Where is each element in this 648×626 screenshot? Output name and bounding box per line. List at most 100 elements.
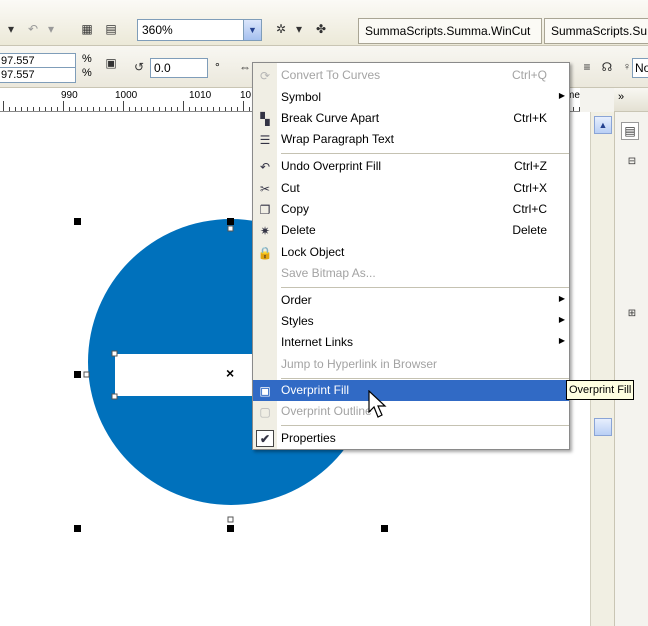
- ruler-tick: [165, 107, 166, 111]
- standard-toolbar: ▾ ↶ ▾ ▦ ▤ 360% ▼ ✲ ▾ ✤ SummaScripts.Summ…: [0, 0, 648, 46]
- ruler-tick: [573, 107, 574, 111]
- zoom-select[interactable]: 360% ▼: [137, 19, 262, 41]
- export-icon[interactable]: ▤: [102, 20, 120, 38]
- menu-item-label: Copy: [281, 202, 310, 216]
- undo-icon: ↶: [259, 159, 271, 174]
- resize-node[interactable]: [83, 371, 90, 378]
- delete-icon: ✷: [259, 223, 271, 238]
- rotation-value: 0.0: [154, 61, 171, 75]
- docker-header[interactable]: »: [614, 88, 648, 112]
- tab-summa-su[interactable]: SummaScripts.Su: [544, 18, 648, 44]
- resize-node[interactable]: [111, 393, 118, 400]
- menu-item-convert-to-curves[interactable]: ⟳ Convert To Curves Ctrl+Q: [253, 65, 569, 86]
- undo-dropdown-icon[interactable]: ▾: [42, 20, 60, 38]
- scale-y-field[interactable]: 97.557: [0, 67, 76, 83]
- ruler-tick: [237, 107, 238, 111]
- menu-item-overprint-fill[interactable]: ▣ Overprint Fill: [253, 380, 569, 401]
- ruler-tick: [63, 101, 64, 111]
- zoom-value: 360%: [142, 23, 173, 37]
- submenu-arrow-icon: ▶: [558, 91, 565, 100]
- ruler-tick: [87, 107, 88, 111]
- context-menu: ⟳ Convert To Curves Ctrl+Q Symbol ▶ ▚ Br…: [252, 62, 570, 450]
- menu-item-symbol[interactable]: Symbol ▶: [253, 87, 569, 108]
- selection-handle-bl[interactable]: [74, 525, 81, 532]
- lock-ratio-icon[interactable]: ▣: [102, 54, 120, 72]
- menu-item-copy[interactable]: ❐ Copy Ctrl+C: [253, 199, 569, 220]
- menu-item-label: Delete: [281, 223, 316, 237]
- menu-item-undo-overprint-fill[interactable]: ↶ Undo Overprint Fill Ctrl+Z: [253, 156, 569, 177]
- resize-node[interactable]: [111, 350, 118, 357]
- ruler-tick: [189, 107, 190, 111]
- corel-online-icon[interactable]: ✤: [312, 20, 330, 38]
- center-mark[interactable]: ×: [226, 365, 234, 381]
- selection-handle-bc[interactable]: [227, 525, 234, 532]
- mouse-pointer-icon: [368, 390, 387, 418]
- launcher-dropdown-icon[interactable]: ▾: [290, 20, 308, 38]
- ruler-tick: [177, 107, 178, 111]
- menu-item-styles[interactable]: Styles ▶: [253, 311, 569, 332]
- ruler-tick: [9, 107, 10, 111]
- menu-item-shortcut: Ctrl+Z: [514, 159, 547, 173]
- overprint-fill-icon: ▣: [259, 383, 271, 398]
- wrap-text-icon: ☰: [259, 132, 271, 147]
- menu-item-label: Save Bitmap As...: [281, 266, 376, 280]
- menu-item-lock-object[interactable]: 🔒 Lock Object: [253, 242, 569, 263]
- ruler-tick: [105, 107, 106, 111]
- scale-y-value: 97.557: [1, 69, 35, 81]
- ruler-tick: [249, 107, 250, 111]
- redo-dropdown-icon[interactable]: ▾: [2, 20, 20, 38]
- font-field[interactable]: No: [632, 58, 648, 78]
- menu-item-shortcut: Ctrl+K: [513, 111, 547, 125]
- undo-icon[interactable]: ↶: [24, 20, 42, 38]
- ruler-tick: [207, 107, 208, 111]
- import-icon[interactable]: ▦: [78, 20, 96, 38]
- resize-node[interactable]: [227, 516, 234, 523]
- menu-item-internet-links[interactable]: Internet Links ▶: [253, 332, 569, 353]
- menu-item-label: Symbol: [281, 90, 322, 104]
- ruler-tick: [117, 107, 118, 111]
- menu-item-overprint-outline[interactable]: ▢ Overprint Outline: [253, 401, 569, 422]
- lock-icon: 🔒: [257, 245, 273, 260]
- degree-label: °: [215, 60, 220, 74]
- menu-item-save-bitmap-as[interactable]: Save Bitmap As...: [253, 263, 569, 284]
- ruler-tick: [69, 107, 70, 111]
- menu-item-order[interactable]: Order ▶: [253, 290, 569, 311]
- tree-expand-icon[interactable]: ⊞: [623, 304, 641, 322]
- menu-item-properties[interactable]: ✔ Properties: [253, 428, 569, 449]
- docker-expand-icon[interactable]: »: [618, 91, 624, 103]
- menu-item-delete[interactable]: ✷ Delete Delete: [253, 220, 569, 241]
- selection-handle-ml[interactable]: [74, 371, 81, 378]
- ruler-tick: [51, 107, 52, 111]
- tab-label: SummaScripts.Su: [551, 24, 648, 38]
- menu-item-label: Jump to Hyperlink in Browser: [281, 357, 438, 371]
- submenu-arrow-icon: ▶: [558, 315, 565, 324]
- menu-item-cut[interactable]: ✂ Cut Ctrl+X: [253, 178, 569, 199]
- vertical-scrollbar[interactable]: ▲: [590, 112, 614, 626]
- selection-handle-br[interactable]: [381, 525, 388, 532]
- selection-handle-tc[interactable]: [227, 218, 234, 225]
- wrap-icon[interactable]: ≡: [578, 58, 596, 76]
- tab-summa-wincut[interactable]: SummaScripts.Summa.WinCut: [358, 18, 542, 44]
- ruler-tick: [147, 107, 148, 111]
- scroll-thumb[interactable]: [594, 418, 612, 436]
- ruler-label: 1000: [115, 90, 138, 101]
- selection-handle-tl[interactable]: [74, 218, 81, 225]
- submenu-arrow-icon: ▶: [558, 294, 565, 303]
- ruler-tick: [219, 107, 220, 111]
- menu-item-label: Undo Overprint Fill: [281, 159, 382, 173]
- rotation-icon[interactable]: ↺: [130, 58, 148, 76]
- percent-label: %: [82, 67, 92, 79]
- node-icon[interactable]: ☊: [598, 58, 616, 76]
- chevron-down-icon[interactable]: ▼: [243, 20, 261, 40]
- menu-separator: [281, 153, 569, 154]
- menu-item-jump-to-hyperlink[interactable]: Jump to Hyperlink in Browser: [253, 354, 569, 375]
- scroll-up-button[interactable]: ▲: [594, 116, 612, 134]
- application-launcher-icon[interactable]: ✲: [272, 20, 290, 38]
- rotation-field[interactable]: 0.0: [150, 58, 208, 78]
- layers-icon[interactable]: ▤: [621, 122, 639, 140]
- menu-item-wrap-paragraph-text[interactable]: ☰ Wrap Paragraph Text: [253, 129, 569, 150]
- tree-expand-icon[interactable]: ⊟: [623, 152, 641, 170]
- resize-node[interactable]: [227, 225, 234, 232]
- menu-item-label: Overprint Fill: [281, 383, 350, 397]
- menu-item-break-curve-apart[interactable]: ▚ Break Curve Apart Ctrl+K: [253, 108, 569, 129]
